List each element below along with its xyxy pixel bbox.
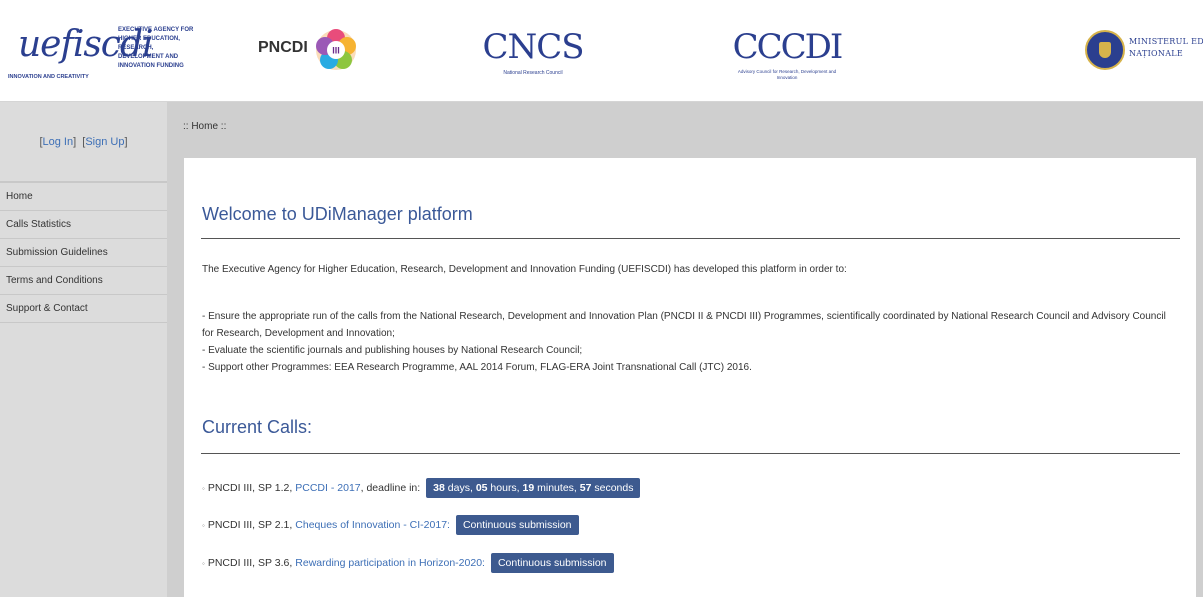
current-calls-heading: Current Calls: [202, 417, 313, 437]
call-program: PNCDI III, SP 3.6, [207, 557, 293, 569]
bullet-icon: ◦ [202, 483, 205, 493]
sidebar: [Log In] [Sign Up] Home Calls Statistics… [0, 102, 167, 597]
call-item: ◦ PNCDI III, SP 2.1, Cheques of Innovati… [202, 515, 579, 535]
uefiscdi-tagline: INNOVATION AND CREATIVITY [8, 74, 89, 80]
signup-link[interactable]: Sign Up [85, 136, 124, 148]
purpose-item: - Ensure the appropriate run of the call… [202, 311, 1166, 339]
auth-links: [Log In] [Sign Up] [0, 102, 167, 182]
cncs-logo[interactable]: CNCS National Research Council [478, 30, 588, 90]
svg-text:III: III [332, 46, 340, 56]
cccdi-logo[interactable]: CCCDI Advisory Council for Research, Dev… [727, 30, 847, 90]
call-link-horizon-2020[interactable]: Rewarding participation in Horizon-2020: [295, 557, 485, 569]
status-badge: Continuous submission [455, 515, 579, 535]
countdown-badge: 38 days, 05 hours, 19 minutes, 57 second… [426, 478, 641, 498]
calls-divider [201, 453, 1180, 454]
call-deadline-label: , deadline in: [360, 482, 421, 494]
sidebar-item-submission-guidelines[interactable]: Submission Guidelines [0, 239, 167, 267]
pncdi-flower-icon: III [316, 29, 356, 70]
sidebar-nav: Home Calls Statistics Submission Guideli… [0, 182, 167, 323]
cccdi-wordmark: CCCDI [732, 27, 844, 67]
cncs-subtitle: National Research Council [503, 70, 563, 76]
purpose-list: - Ensure the appropriate run of the call… [202, 308, 1177, 376]
pncdi-wordmark: PNCDI [258, 39, 308, 56]
purpose-item: - Support other Programmes: EEA Research… [202, 362, 752, 373]
ministry-logo[interactable]: MINISTERUL EDUCAȚIEI NAȚIONALE [1085, 30, 1203, 80]
title-divider [201, 238, 1180, 239]
pncdi-logo[interactable]: PNCDI III [258, 26, 368, 76]
ministry-name-line1: MINISTERUL EDUCAȚIEI [1129, 37, 1203, 46]
main-panel: Welcome to UDiManager platform The Execu… [184, 158, 1196, 597]
status-badge: Continuous submission [490, 553, 614, 573]
ministry-name: MINISTERUL EDUCAȚIEI NAȚIONALE [1129, 36, 1203, 60]
ministry-name-line2: NAȚIONALE [1129, 49, 1184, 58]
sidebar-item-calls-statistics[interactable]: Calls Statistics [0, 211, 167, 239]
call-program: PNCDI III, SP 2.1, [207, 519, 293, 531]
ministry-crest-icon [1085, 30, 1125, 70]
uefiscdi-agency-text: EXECUTIVE AGENCY FOR HIGHER EDUCATION, R… [118, 27, 194, 69]
sidebar-item-terms-and-conditions[interactable]: Terms and Conditions [0, 267, 167, 295]
uefiscdi-logo[interactable]: uefiscdi EXECUTIVE AGENCY FOR HIGHER EDU… [8, 22, 193, 84]
bullet-icon: ◦ [202, 520, 205, 530]
cncs-wordmark: CNCS [482, 27, 584, 67]
sidebar-item-home[interactable]: Home [0, 182, 167, 211]
login-link[interactable]: Log In [43, 136, 74, 148]
call-link-pccdi-2017[interactable]: PCCDI - 2017 [295, 482, 360, 494]
call-link-cheques-of-innovation[interactable]: Cheques of Innovation - CI-2017: [295, 519, 450, 531]
purpose-item: - Evaluate the scientific journals and p… [202, 345, 583, 356]
call-item: ◦ PNCDI III, SP 1.2, PCCDI - 2017 , dead… [202, 478, 641, 498]
page-title: Welcome to UDiManager platform [202, 204, 473, 224]
sidebar-item-support-contact[interactable]: Support & Contact [0, 295, 167, 323]
cccdi-subtitle: Advisory Council for Research, Developme… [737, 69, 837, 80]
intro-text: The Executive Agency for Higher Educatio… [202, 264, 847, 275]
breadcrumb: :: Home :: [183, 121, 227, 132]
breadcrumb-bar: :: Home :: [175, 102, 1203, 158]
call-item: ◦ PNCDI III, SP 3.6, Rewarding participa… [202, 553, 614, 573]
call-program: PNCDI III, SP 1.2, [207, 482, 293, 494]
bullet-icon: ◦ [202, 558, 205, 568]
site-header: uefiscdi EXECUTIVE AGENCY FOR HIGHER EDU… [0, 0, 1203, 102]
